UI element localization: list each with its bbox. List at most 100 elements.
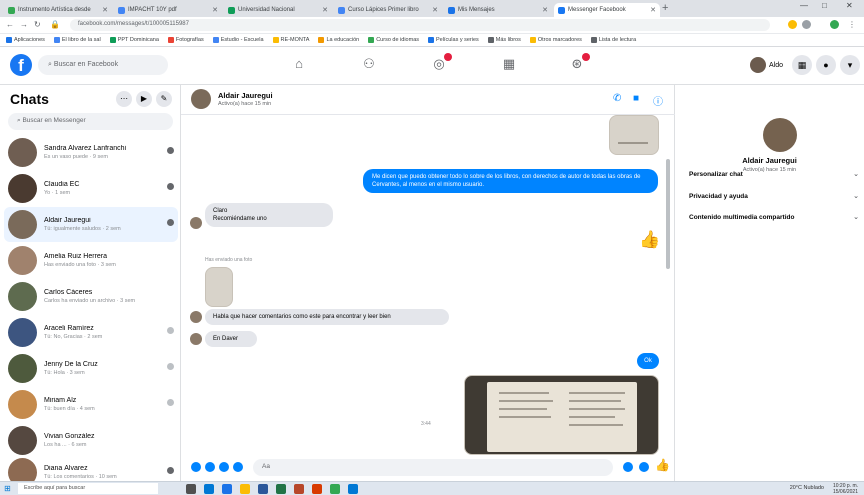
more-actions-icon[interactable] — [191, 462, 201, 472]
more-options-icon[interactable]: ⋯ — [116, 91, 132, 107]
extension-icon[interactable] — [788, 20, 797, 29]
gif-icon[interactable] — [233, 462, 243, 472]
tab-close-icon[interactable]: ✕ — [542, 6, 548, 14]
messenger-search-input[interactable]: ⌕ Buscar en Messenger — [8, 113, 173, 130]
emoji-icon[interactable] — [623, 462, 633, 472]
taskbar-app-icon[interactable] — [276, 484, 286, 494]
sticker-icon[interactable] — [219, 462, 229, 472]
chat-list-item[interactable]: Amelia Ruiz Herrera Has enviado una foto … — [4, 243, 178, 278]
friends-icon[interactable]: ⚇ — [358, 56, 380, 74]
browser-tab[interactable]: Curso Lápices Primer libro ✕ — [334, 3, 442, 17]
new-tab-button[interactable]: + — [662, 2, 668, 14]
phone-call-icon[interactable]: ✆ — [613, 93, 621, 104]
chat-list-item[interactable]: Carlos Cáceres Carlos ha enviado un archi… — [4, 279, 178, 314]
incoming-message[interactable]: En Daver — [205, 331, 257, 347]
outgoing-message[interactable]: Ok — [637, 353, 659, 369]
forward-icon[interactable]: → — [20, 20, 28, 29]
avatar[interactable] — [191, 89, 211, 109]
chat-list-item[interactable]: Miriam Alz Tú: buen día · 4 sem — [4, 387, 178, 422]
thumbs-up-icon[interactable]: 👍 — [655, 458, 670, 472]
chat-list-item[interactable]: Jenny De la Cruz Tú: Hola · 3 sem — [4, 351, 178, 386]
home-icon[interactable]: ⌂ — [288, 56, 310, 74]
chat-list-item[interactable]: Araceli Ramírez Tú: No, Gracias · 2 sem — [4, 315, 178, 350]
profile-shortcut[interactable]: Aldo — [750, 55, 783, 75]
minimize-button[interactable]: — — [800, 1, 808, 10]
incoming-message[interactable]: Claro Recomiéndame uno — [205, 203, 333, 227]
camera-icon[interactable] — [205, 462, 215, 472]
taskbar-app-icon[interactable] — [204, 484, 214, 494]
browser-tab-active[interactable]: Messenger Facebook ✕ — [554, 3, 660, 17]
chat-list-item[interactable]: Vivian González Los ha ... · 6 sem — [4, 423, 178, 458]
outgoing-message[interactable]: Me dicen que puedo obtener todo lo sobre… — [363, 169, 658, 193]
emoji-icon[interactable] — [639, 462, 649, 472]
taskbar-app-icon[interactable] — [294, 484, 304, 494]
video-call-icon[interactable]: ■ — [633, 93, 639, 104]
taskbar-search-input[interactable]: Escribe aquí para buscar — [18, 483, 158, 494]
contact-name[interactable]: Aldair Jauregui — [218, 91, 273, 100]
windows-start-icon[interactable]: ⊞ — [4, 484, 11, 493]
account-menu-icon[interactable]: ▾ — [840, 55, 860, 75]
shared-media-row[interactable]: Contenido multimedia compartido ⌄ — [689, 209, 859, 225]
bookmark[interactable]: Estudio - Escuela — [212, 37, 264, 43]
reload-icon[interactable]: ↻ — [34, 20, 41, 29]
taskbar-app-icon[interactable] — [348, 484, 358, 494]
conversation-scrollbar[interactable] — [666, 119, 670, 449]
bookmark[interactable]: RE-MONTA — [272, 37, 309, 43]
task-view-icon[interactable] — [186, 484, 196, 494]
menu-grid-icon[interactable]: ▦ — [792, 55, 812, 75]
tab-close-icon[interactable]: ✕ — [212, 6, 218, 14]
close-window-button[interactable]: ✕ — [846, 1, 853, 10]
browser-tab[interactable]: IMPACHT 10Y pdf ✕ — [114, 3, 222, 17]
privacy-support-row[interactable]: Privacidad y ayuda ⌄ — [689, 188, 859, 204]
taskbar-clock[interactable]: 10:20 p. m. 15/06/2021 — [833, 483, 858, 495]
shared-photo[interactable] — [609, 115, 659, 155]
chat-list-item-selected[interactable]: Aldair Jauregui Tú: igualmente saludos · … — [4, 207, 178, 242]
chat-list-item[interactable]: Claudia EC Yo · 1 sem — [4, 171, 178, 206]
avatar[interactable] — [763, 118, 797, 152]
incoming-message[interactable]: Habla que hacer comentarios como este pa… — [205, 309, 449, 325]
bookmark[interactable]: Películas y series — [428, 37, 479, 43]
new-message-icon[interactable]: ✎ — [156, 91, 172, 107]
profile-avatar-icon[interactable] — [830, 20, 839, 29]
chat-list-item[interactable]: Sandra Alvarez Lanfranchi Es un vaso pued… — [4, 135, 178, 170]
messenger-icon[interactable]: ● — [816, 55, 836, 75]
taskbar-app-icon[interactable] — [222, 484, 232, 494]
thumbs-up-icon[interactable]: 👍 — [639, 230, 660, 250]
back-icon[interactable]: ← — [6, 20, 14, 29]
tab-close-icon[interactable]: ✕ — [322, 6, 328, 14]
video-room-icon[interactable]: ▶ — [136, 91, 152, 107]
groups-icon[interactable]: ◎ — [428, 53, 452, 74]
taskbar-app-icon[interactable] — [258, 484, 268, 494]
browser-tab[interactable]: Instrumento Artística desde ✕ — [4, 3, 112, 17]
scroll-thumb[interactable] — [666, 159, 670, 269]
facebook-logo[interactable]: f — [10, 54, 32, 76]
browser-menu-icon[interactable]: ⋮ — [848, 20, 856, 29]
customize-chat-row[interactable]: Personalizar chat ⌄ — [689, 166, 859, 182]
weather-tray[interactable]: 20°C Nublado — [790, 485, 824, 491]
shared-photo[interactable] — [464, 375, 659, 455]
url-input[interactable]: facebook.com/messages/t/100005115987 — [70, 19, 770, 31]
facebook-search-input[interactable]: ⌕ Buscar en Facebook — [38, 55, 168, 75]
shared-photo[interactable] — [205, 267, 233, 307]
bookmark[interactable]: El libro de la sal — [53, 37, 101, 43]
message-input[interactable]: Aa — [253, 459, 613, 476]
browser-tab[interactable]: Mis Mensajes ✕ — [444, 3, 552, 17]
bookmark[interactable]: Fotografías — [167, 37, 204, 43]
bookmark[interactable]: La educación — [318, 37, 359, 43]
bookmark[interactable]: PPT Dominicana — [109, 37, 159, 43]
tab-close-icon[interactable]: ✕ — [102, 6, 108, 14]
bookmark[interactable]: Otros marcadores — [529, 37, 582, 43]
tab-close-icon[interactable]: ✕ — [650, 6, 656, 14]
info-icon[interactable]: ⓘ — [653, 93, 663, 108]
bookmark[interactable]: Lista de lectura — [590, 37, 636, 43]
browser-tab[interactable]: Universidad Nacional ✕ — [224, 3, 332, 17]
taskbar-app-icon[interactable] — [312, 484, 322, 494]
taskbar-app-icon[interactable] — [240, 484, 250, 494]
bookmark[interactable]: Curso de idiomas — [368, 37, 419, 43]
chrome-taskbar-icon[interactable] — [330, 484, 340, 494]
bookmark[interactable]: Más libros — [487, 37, 521, 43]
marketplace-icon[interactable]: ▦ — [498, 56, 520, 74]
chat-list-item[interactable]: Diana Álvarez Tú: Los comentarios · 10 se… — [4, 455, 178, 481]
bookmark[interactable]: Aplicaciones — [6, 37, 45, 43]
maximize-button[interactable]: □ — [822, 1, 827, 10]
